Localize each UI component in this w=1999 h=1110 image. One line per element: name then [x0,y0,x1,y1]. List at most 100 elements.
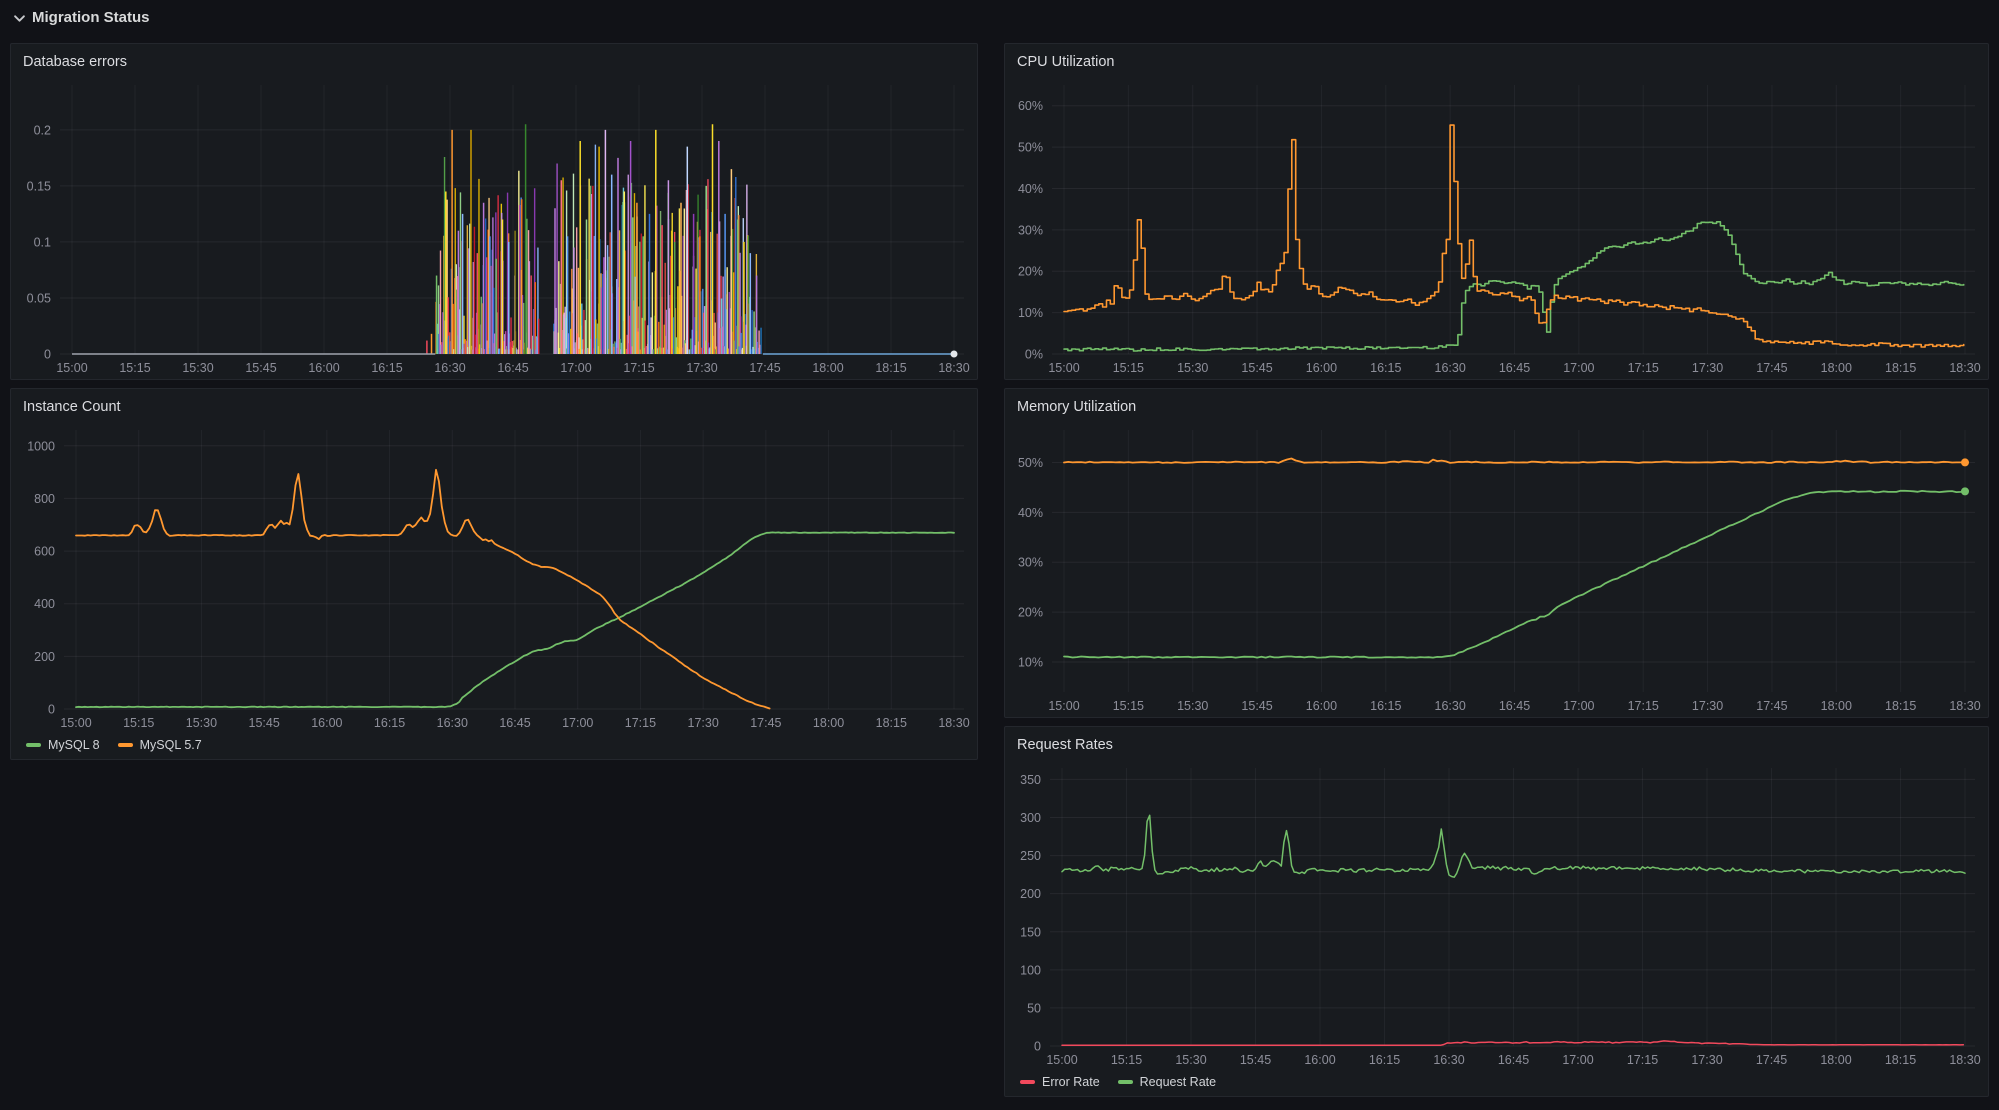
svg-text:250: 250 [1020,849,1041,863]
legend-swatch [1020,1080,1035,1084]
svg-text:18:30: 18:30 [938,361,969,375]
svg-text:0: 0 [48,703,55,717]
svg-text:18:00: 18:00 [1820,1053,1851,1067]
svg-text:60%: 60% [1018,99,1043,113]
svg-text:50: 50 [1027,1001,1041,1015]
svg-text:18:30: 18:30 [938,716,969,730]
svg-text:18:15: 18:15 [1885,361,1916,375]
svg-text:16:30: 16:30 [1433,1053,1464,1067]
svg-text:18:15: 18:15 [1885,1053,1916,1067]
panel-cpu-utilization: CPU Utilization 0%10%20%30%40%50%60%15:0… [1004,43,1989,380]
svg-text:15:30: 15:30 [1177,361,1208,375]
svg-text:16:15: 16:15 [1370,699,1401,713]
svg-text:15:15: 15:15 [123,716,154,730]
legend-item-error-rate[interactable]: Error Rate [1020,1075,1100,1089]
svg-text:15:45: 15:45 [249,716,280,730]
svg-text:16:15: 16:15 [1370,361,1401,375]
svg-text:18:30: 18:30 [1949,699,1980,713]
svg-text:17:45: 17:45 [749,361,780,375]
svg-text:17:30: 17:30 [688,716,719,730]
panel-body: 10%20%30%40%50%15:0015:1515:3015:4516:00… [1006,420,1987,716]
svg-text:16:45: 16:45 [499,716,530,730]
svg-text:400: 400 [34,597,55,611]
svg-text:16:45: 16:45 [1499,699,1530,713]
row-header-migration-status[interactable]: Migration Status [14,9,150,27]
svg-text:16:30: 16:30 [434,361,465,375]
svg-text:0.05: 0.05 [27,291,51,305]
panel-instance-count: Instance Count 0200400600800100015:0015:… [10,388,978,760]
svg-text:16:45: 16:45 [497,361,528,375]
svg-text:16:15: 16:15 [1369,1053,1400,1067]
svg-text:20%: 20% [1018,265,1043,279]
svg-text:50%: 50% [1018,141,1043,155]
svg-text:0: 0 [44,348,51,362]
svg-text:15:15: 15:15 [1113,361,1144,375]
legend-item-request-rate[interactable]: Request Rate [1118,1075,1216,1089]
svg-text:300: 300 [1020,811,1041,825]
svg-text:30%: 30% [1018,556,1043,570]
svg-text:17:30: 17:30 [1692,361,1723,375]
svg-text:10%: 10% [1018,306,1043,320]
panel-title-cpu-utilization[interactable]: CPU Utilization [1005,44,1988,74]
svg-text:17:30: 17:30 [1691,1053,1722,1067]
svg-text:40%: 40% [1018,182,1043,196]
instance-count-legend: MySQL 8 MySQL 5.7 [26,738,202,752]
svg-text:15:45: 15:45 [1240,1053,1271,1067]
request-rates-chart-canvas[interactable]: 05010015020025030035015:0015:1515:3015:4… [1006,758,1987,1070]
legend-item-mysql-8[interactable]: MySQL 8 [26,738,100,752]
svg-text:0.2: 0.2 [34,123,51,137]
svg-text:16:00: 16:00 [308,361,339,375]
svg-text:15:00: 15:00 [1046,1053,1077,1067]
svg-text:0.1: 0.1 [34,235,51,249]
panel-memory-utilization: Memory Utilization 10% 20% 30% 40% 50% 15:00 1… [1004,388,1989,718]
svg-text:15:30: 15:30 [182,361,213,375]
legend-item-mysql-5-7[interactable]: MySQL 5.7 [118,738,202,752]
svg-text:18:30: 18:30 [1949,1053,1980,1067]
panel-title-memory-utilization[interactable]: Memory Utilization [1005,389,1988,419]
instance-count-chart-canvas[interactable]: 0200400600800100015:0015:1515:3015:4516:… [12,420,976,733]
svg-text:15:45: 15:45 [1241,361,1272,375]
svg-text:17:30: 17:30 [1692,699,1723,713]
svg-text:18:15: 18:15 [875,361,906,375]
memory-utilization-chart-canvas[interactable]: 10%20%30%40%50%15:0015:1515:3015:4516:00… [1006,420,1987,716]
svg-text:20%: 20% [1018,606,1043,620]
panel-request-rates: Request Rates 05010015020025030035015:00… [1004,726,1989,1097]
svg-text:30%: 30% [1018,223,1043,237]
svg-text:18:00: 18:00 [1821,699,1852,713]
svg-text:17:30: 17:30 [686,361,717,375]
panel-title-database-errors[interactable]: Database errors [11,44,977,74]
panel-title-request-rates[interactable]: Request Rates [1005,727,1988,757]
svg-text:18:30: 18:30 [1949,361,1980,375]
svg-text:16:00: 16:00 [1304,1053,1335,1067]
svg-text:16:00: 16:00 [1306,699,1337,713]
svg-text:200: 200 [1020,887,1041,901]
svg-text:17:15: 17:15 [1627,1053,1658,1067]
svg-text:50%: 50% [1018,456,1043,470]
svg-text:10%: 10% [1018,656,1043,670]
svg-text:16:15: 16:15 [371,361,402,375]
svg-text:18:00: 18:00 [813,716,844,730]
svg-text:18:00: 18:00 [812,361,843,375]
svg-text:18:15: 18:15 [1885,699,1916,713]
svg-text:17:00: 17:00 [1563,699,1594,713]
legend-swatch [1118,1080,1133,1084]
svg-text:16:15: 16:15 [374,716,405,730]
svg-text:16:45: 16:45 [1499,361,1530,375]
svg-text:18:15: 18:15 [876,716,907,730]
database-errors-chart-canvas[interactable]: 00.050.10.150.215:0015:1515:3015:4516:00… [12,75,976,378]
svg-text:15:00: 15:00 [1048,699,1079,713]
request-rates-legend: Error Rate Request Rate [1020,1075,1216,1089]
svg-text:800: 800 [34,492,55,506]
cpu-utilization-chart-canvas[interactable]: 0%10%20%30%40%50%60%15:0015:1515:3015:45… [1006,75,1987,378]
svg-text:40%: 40% [1018,506,1043,520]
svg-text:15:00: 15:00 [56,361,87,375]
svg-text:15:15: 15:15 [1111,1053,1142,1067]
svg-text:17:45: 17:45 [750,716,781,730]
legend-label: MySQL 5.7 [140,738,202,752]
svg-text:1000: 1000 [27,439,55,453]
svg-text:15:30: 15:30 [186,716,217,730]
legend-label: Request Rate [1140,1075,1216,1089]
panel-title-instance-count[interactable]: Instance Count [11,389,977,419]
svg-text:17:15: 17:15 [625,716,656,730]
svg-text:16:45: 16:45 [1498,1053,1529,1067]
